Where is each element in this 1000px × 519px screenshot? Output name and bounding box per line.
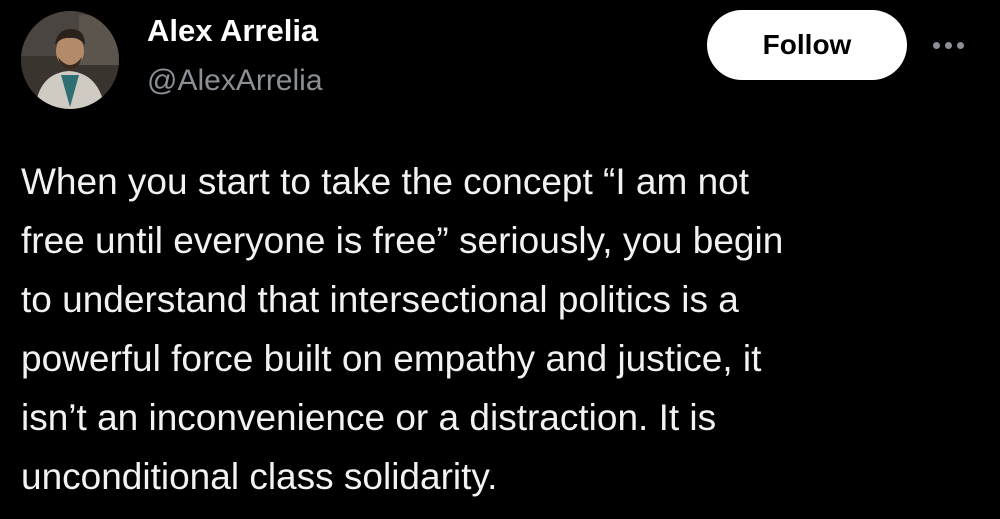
author-name[interactable]: Alex Arrelia (147, 11, 318, 51)
tweet-text-line: powerful force built on empathy and just… (21, 338, 762, 379)
more-dot (944, 41, 952, 49)
tweet-text-line: unconditional class solidarity. (21, 456, 498, 497)
avatar[interactable] (21, 11, 119, 109)
follow-button[interactable]: Follow (707, 10, 907, 80)
tweet-text: When you start to take the concept “I am… (21, 152, 981, 506)
tweet-text-line: to understand that intersectional politi… (21, 279, 739, 320)
more-dot (932, 41, 940, 49)
tweet-text-line: isn’t an inconvenience or a distraction.… (21, 397, 717, 438)
author-handle[interactable]: @AlexArrelia (147, 62, 323, 100)
avatar-image (21, 11, 119, 109)
tweet-text-line: When you start to take the concept “I am… (21, 161, 750, 202)
more-dots-icon[interactable] (928, 31, 968, 59)
more-dot (956, 41, 964, 49)
tweet-text-line: free until everyone is free” seriously, … (21, 220, 784, 261)
